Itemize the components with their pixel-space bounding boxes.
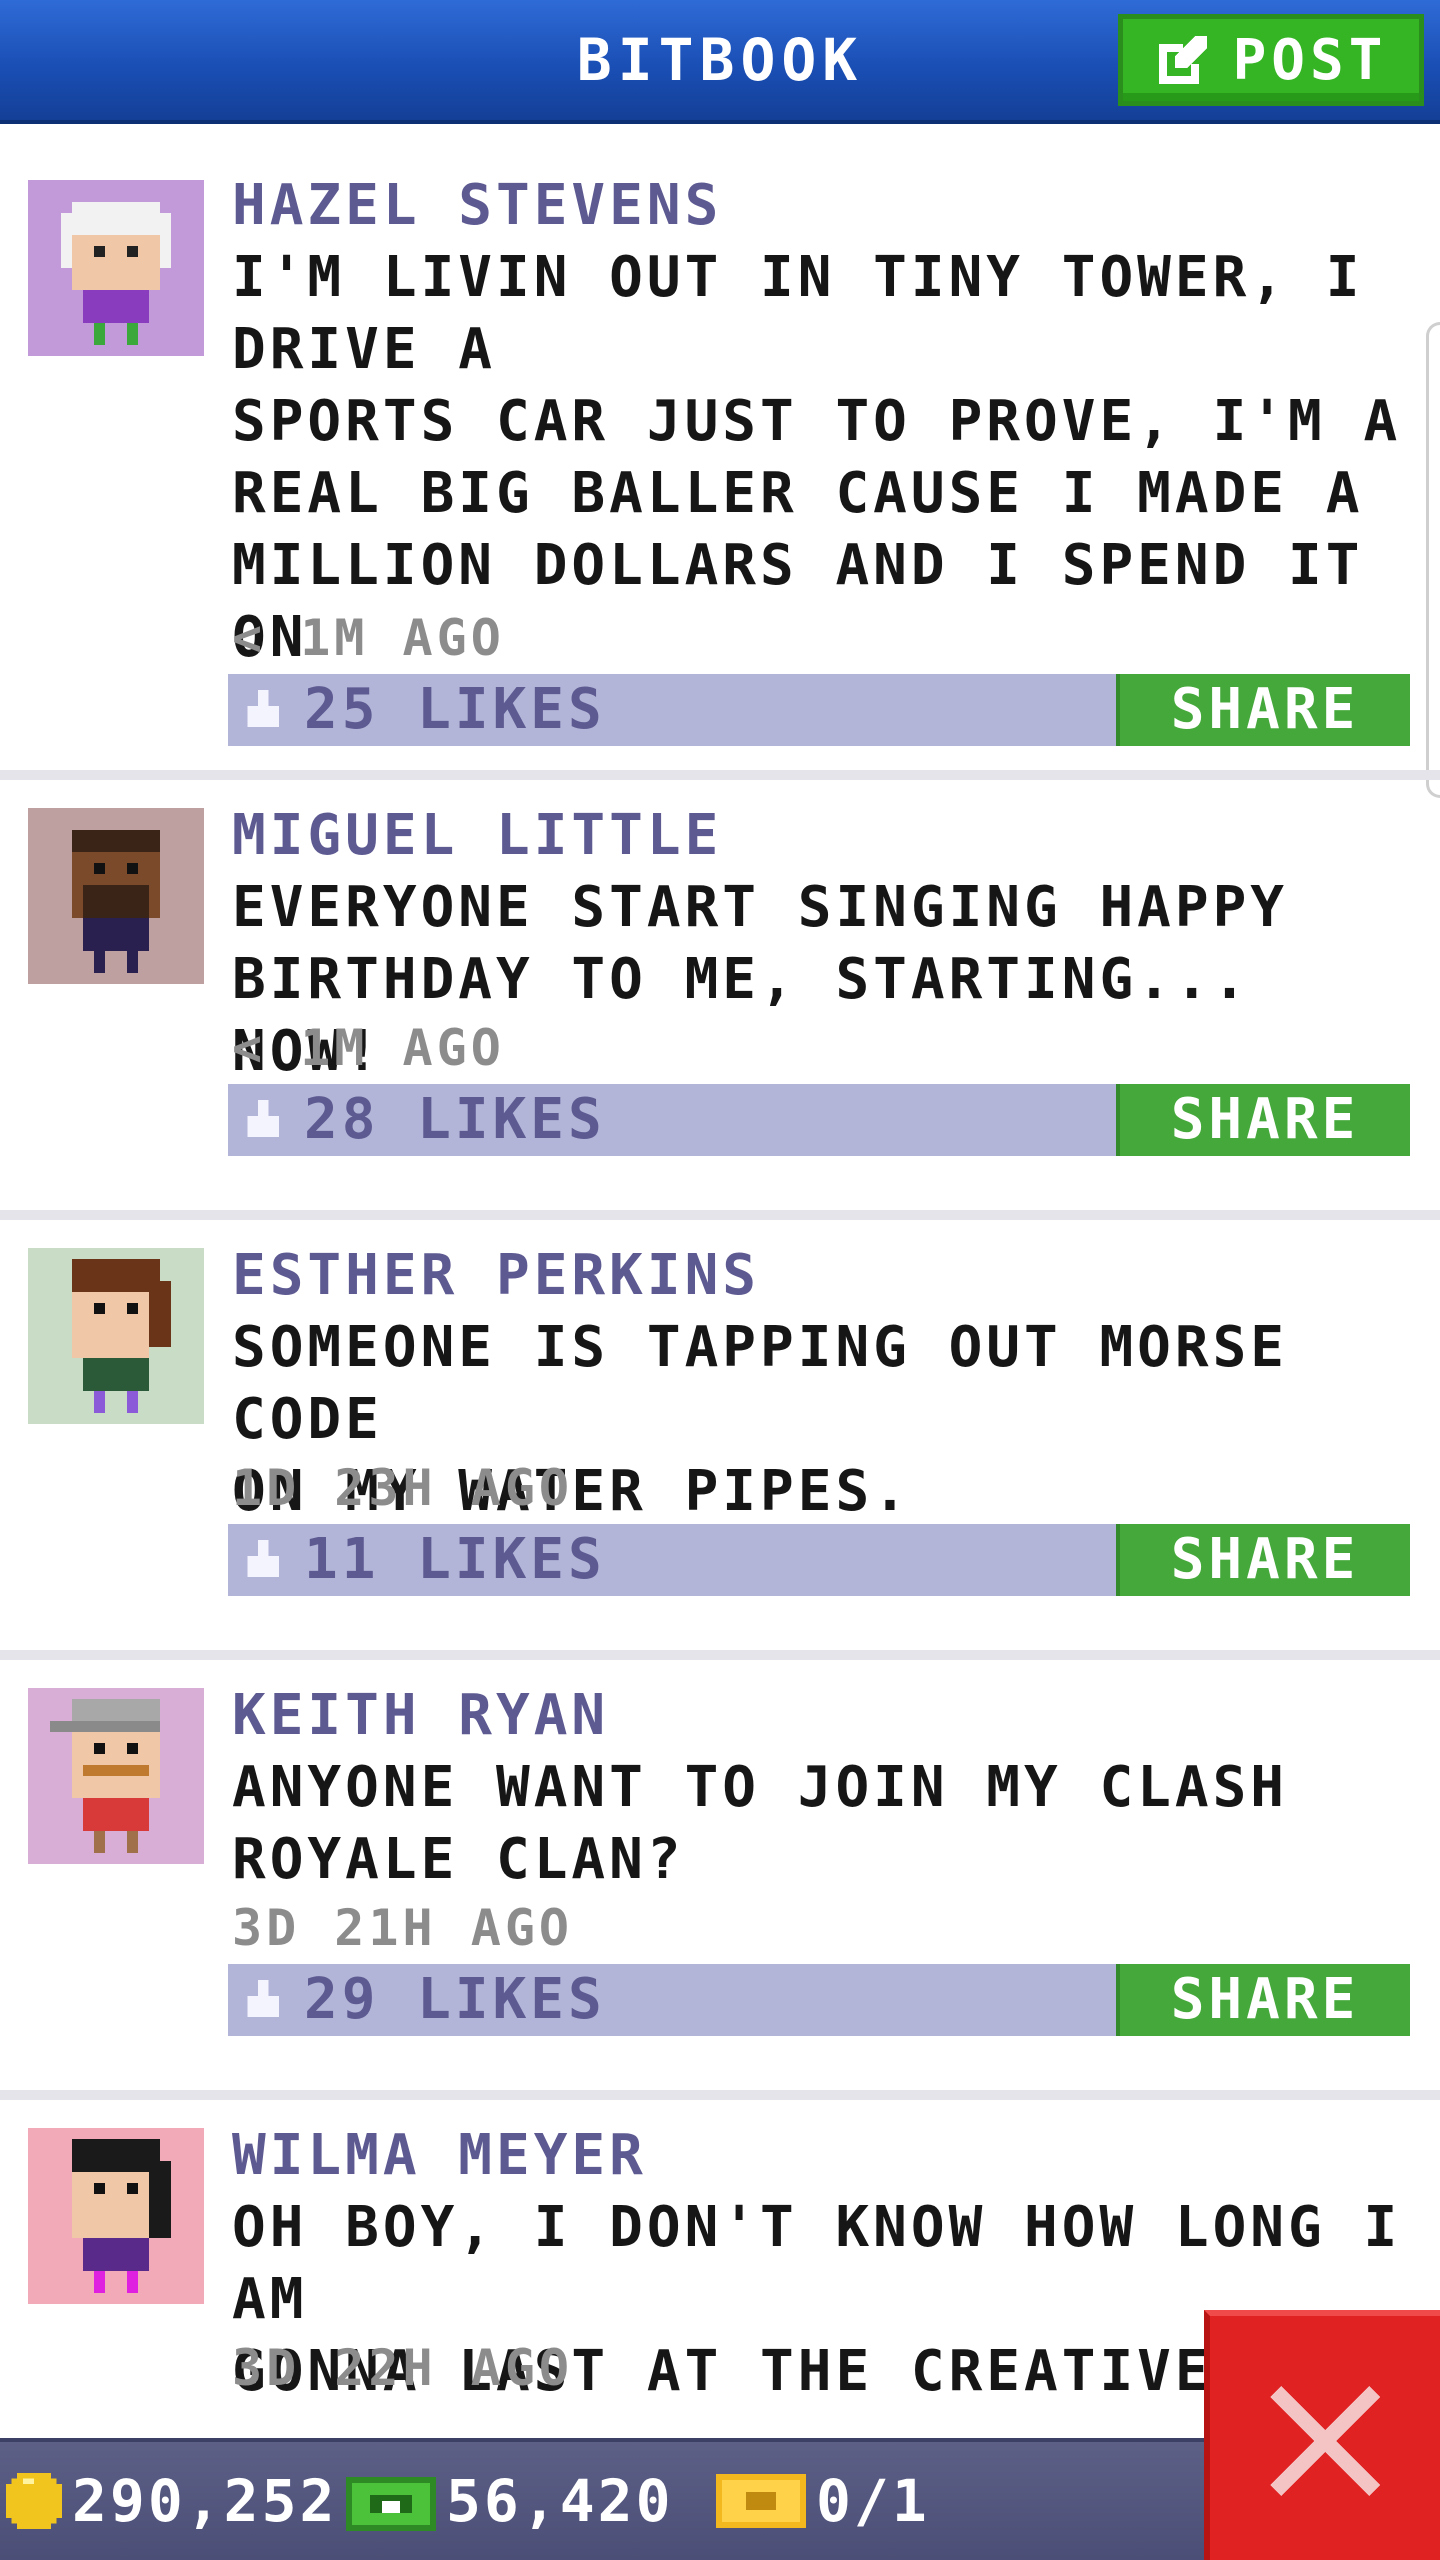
- share-button[interactable]: SHARE: [1116, 674, 1410, 746]
- post-time: < 1M AGO: [232, 609, 505, 667]
- coins-counter[interactable]: 290,252: [6, 2466, 337, 2536]
- post-time: 1D 23H AGO: [232, 1459, 574, 1517]
- edit-icon: [1158, 36, 1207, 84]
- coins-value: 290,252: [72, 2467, 338, 2535]
- thumbs-up-icon[interactable]: [242, 1100, 284, 1142]
- bux-counter[interactable]: 56,420: [346, 2466, 674, 2536]
- likes-count: 25 LIKES: [304, 677, 606, 742]
- share-button[interactable]: SHARE: [1116, 1524, 1410, 1596]
- close-button[interactable]: [1204, 2310, 1440, 2560]
- thumbs-up-icon[interactable]: [242, 690, 284, 732]
- post-time: 3D 22H AGO: [232, 2339, 574, 2397]
- like-bar: 11 LIKES SHARE: [228, 1524, 1410, 1596]
- bux-icon: [346, 2477, 436, 2531]
- post-author[interactable]: ESTHER PERKINS: [232, 1240, 760, 1312]
- post-author[interactable]: HAZEL STEVENS: [232, 170, 722, 242]
- close-icon: [1270, 2386, 1380, 2496]
- avatar[interactable]: [28, 2128, 204, 2304]
- avatar[interactable]: [28, 1688, 204, 1864]
- post-button-label: POST: [1232, 27, 1388, 93]
- post-author[interactable]: KEITH RYAN: [232, 1680, 609, 1752]
- post-time: < 1M AGO: [232, 1019, 505, 1077]
- thumbs-up-icon[interactable]: [242, 1980, 284, 2022]
- post-author[interactable]: MIGUEL LITTLE: [232, 800, 722, 872]
- likes-count: 29 LIKES: [304, 1967, 606, 2032]
- divider: [0, 1210, 1440, 1220]
- like-bar: 29 LIKES SHARE: [228, 1964, 1410, 2036]
- post-message: ANYONE WANT TO JOIN MY CLASH ROYALE CLAN…: [232, 1755, 1289, 1892]
- divider: [0, 770, 1440, 780]
- tickets-value: 0/1: [816, 2467, 930, 2535]
- like-bar: 25 LIKES SHARE: [228, 674, 1410, 746]
- post-time: 3D 21H AGO: [232, 1899, 574, 1957]
- divider: [0, 2090, 1440, 2100]
- likes-count: 11 LIKES: [304, 1527, 606, 1592]
- ticket-icon: [716, 2474, 806, 2528]
- post-message: I'M LIVIN OUT IN TINY TOWER, I DRIVE A S…: [232, 245, 1402, 742]
- share-button[interactable]: SHARE: [1116, 1964, 1410, 2036]
- thumbs-up-icon[interactable]: [242, 1540, 284, 1582]
- app-header: BITBOOK POST: [0, 0, 1440, 124]
- avatar[interactable]: [28, 180, 204, 356]
- post-author[interactable]: WILMA MEYER: [232, 2120, 647, 2192]
- bux-value: 56,420: [446, 2467, 674, 2535]
- likes-count: 28 LIKES: [304, 1087, 606, 1152]
- avatar[interactable]: [28, 1248, 204, 1424]
- avatar[interactable]: [28, 808, 204, 984]
- tickets-counter[interactable]: 0/1: [716, 2466, 930, 2536]
- divider: [0, 1650, 1440, 1660]
- coin-icon: [6, 2473, 62, 2529]
- share-button[interactable]: SHARE: [1116, 1084, 1410, 1156]
- like-bar: 28 LIKES SHARE: [228, 1084, 1410, 1156]
- post-button[interactable]: POST: [1118, 14, 1424, 106]
